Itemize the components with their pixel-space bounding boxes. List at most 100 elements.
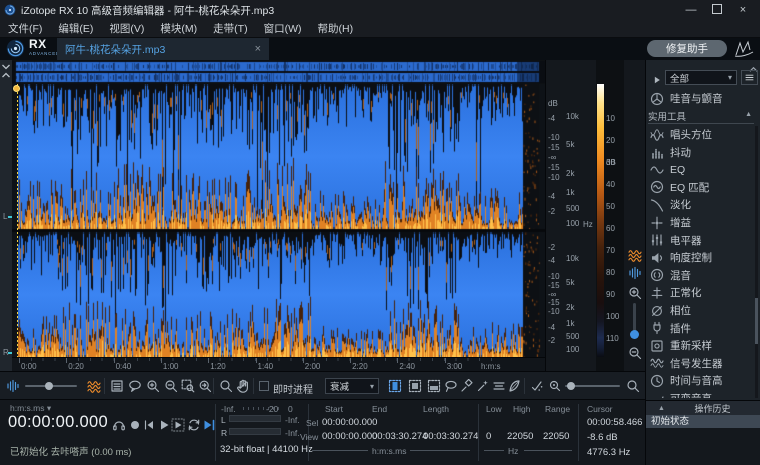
sidebar-module-leveler[interactable]: 电平器: [645, 232, 755, 249]
sidebar-module-normalize[interactable]: 正常化: [645, 284, 755, 301]
file-tab[interactable]: 阿牛-桃花朵朵开.mp3 ×: [57, 38, 269, 60]
instant-process-checkbox[interactable]: [259, 381, 269, 391]
menu-bar: 文件(F) 编辑(E) 视图(V) 模块(M) 走带(T) 窗口(W) 帮助(H…: [0, 20, 760, 38]
sidebar-module-gain[interactable]: 增益: [645, 214, 755, 231]
sidebar-module-time-pitch[interactable]: 时间与音高: [645, 372, 755, 389]
minimize-button[interactable]: —: [678, 4, 704, 17]
frequency-ruler[interactable]: 10k5k2k1k500100Hz10k5k2k1k500100: [562, 60, 596, 371]
menu-view[interactable]: 视图(V): [101, 21, 152, 36]
sidebar-module-loudness-control[interactable]: 响度控制: [645, 249, 755, 266]
feather-selection-icon[interactable]: [507, 379, 521, 398]
spectrogram-waveform-display[interactable]: [12, 84, 545, 357]
zoom-selection-icon[interactable]: [181, 379, 195, 398]
sidebar-module-variable-pitch[interactable]: 可变音高: [645, 390, 755, 398]
play-selection-icon[interactable]: [171, 418, 185, 437]
play-icon[interactable]: [157, 418, 171, 437]
sidebar-module-azimuth[interactable]: 唱头方位: [645, 126, 755, 143]
meter-bar-l[interactable]: [229, 415, 281, 422]
waveform-view-icon[interactable]: [6, 379, 20, 398]
view-start-value[interactable]: 00:00:00.000: [322, 431, 377, 442]
sidebar-module-mixing[interactable]: 混音: [645, 267, 755, 284]
wave-spec-balance-knob[interactable]: [45, 382, 53, 390]
zoom-previous-icon[interactable]: [198, 379, 212, 398]
sidebar-module-phase[interactable]: 相位: [645, 302, 755, 319]
hand-tool-icon[interactable]: [236, 379, 250, 398]
menu-help[interactable]: 帮助(H): [310, 21, 362, 36]
amplitude-tick-label: -15: [548, 163, 560, 172]
time-selection-tool-icon[interactable]: [388, 379, 402, 398]
vertical-zoom-out-icon[interactable]: [628, 346, 642, 365]
meter-scale-mid: -20: [266, 404, 278, 414]
brush-tool-icon[interactable]: [460, 379, 474, 398]
module-menu-button[interactable]: [741, 70, 758, 85]
time-frequency-selection-tool-icon[interactable]: [408, 379, 422, 398]
process-mode-dropdown[interactable]: 衰减 ▾: [325, 378, 379, 394]
event-list-icon[interactable]: [110, 379, 124, 398]
menu-transport[interactable]: 走带(T): [205, 21, 255, 36]
spectrogram-view-icon[interactable]: [87, 379, 101, 398]
maximize-button[interactable]: [704, 4, 730, 17]
skip-to-start-icon[interactable]: [142, 418, 156, 437]
playhead-handle[interactable]: [13, 85, 20, 92]
sidebar-module-resample[interactable]: 重新采样: [645, 337, 755, 354]
waveform-opacity-icon[interactable]: [628, 266, 642, 285]
sel-start-value[interactable]: 00:00:00.000: [322, 417, 377, 428]
sidebar-module-eq[interactable]: EQ: [645, 161, 755, 178]
magic-wand-tool-icon[interactable]: [476, 379, 490, 398]
brand-text: RXADVANCED: [29, 39, 60, 58]
monitor-icon[interactable]: [112, 418, 126, 437]
menu-edit[interactable]: 编辑(E): [50, 21, 101, 36]
meter-bar-r[interactable]: [229, 428, 281, 435]
frequency-tick-label: 100: [566, 345, 579, 354]
collapse-overview-icon[interactable]: [1, 63, 11, 84]
amplitude-ruler[interactable]: dB-4-10-15-∞-15-10-4-2-2-4-10-15-∞-15-10…: [545, 60, 563, 371]
sidebar-module-eq-match[interactable]: EQ 匹配: [645, 179, 755, 196]
vertical-zoom-knob[interactable]: [630, 330, 639, 339]
history-item-initial-state[interactable]: 初始状态: [646, 415, 760, 428]
module-filter-dropdown[interactable]: 全部 ▾: [665, 70, 737, 85]
sidebar-scrollbar-thumb[interactable]: [755, 298, 758, 344]
rx-swirl-icon: [6, 39, 25, 58]
spectrogram-opacity-icon[interactable]: [628, 248, 642, 267]
menu-window[interactable]: 窗口(W): [256, 21, 310, 36]
frequency-selection-tool-icon[interactable]: [427, 379, 441, 398]
harmonic-selection-tool-icon[interactable]: [492, 379, 506, 398]
playhead-time-display[interactable]: 00:00:00.000: [8, 413, 108, 432]
tab-close-icon[interactable]: ×: [255, 43, 261, 55]
overview-minimap[interactable]: [12, 61, 545, 83]
horizontal-zoom-knob[interactable]: [567, 382, 575, 390]
record-icon[interactable]: [128, 418, 142, 437]
section-header-utility[interactable]: 实用工具 ▲: [648, 109, 754, 124]
magnifier-tool-icon[interactable]: [219, 379, 233, 398]
view-end-value[interactable]: 00:03:30.274: [372, 431, 427, 442]
time-ruler[interactable]: h:m:s 0:000:200:401:001:201:402:002:202:…: [12, 357, 545, 372]
spectrogram-legend-gradient[interactable]: [597, 84, 604, 357]
lasso-tool-icon[interactable]: [444, 379, 458, 398]
menu-modules[interactable]: 模块(M): [152, 21, 205, 36]
horizontal-zoom-in-icon[interactable]: [626, 379, 640, 398]
history-collapse-icon[interactable]: ▲: [658, 405, 665, 412]
menu-file[interactable]: 文件(F): [0, 21, 50, 36]
module-play-icon[interactable]: [652, 72, 662, 90]
sidebar-module-wow-flutter[interactable]: 哇音与颤音: [645, 90, 755, 107]
zoom-in-icon[interactable]: [146, 379, 160, 398]
app-icon: [4, 4, 16, 19]
view-length-value[interactable]: 00:03:30.274: [423, 431, 478, 442]
sidebar-module-plugin[interactable]: 插件: [645, 320, 755, 337]
play-from-playhead-icon[interactable]: [202, 418, 216, 437]
sample-format-info: 32-bit float | 44100 Hz: [220, 444, 313, 455]
playhead[interactable]: [17, 84, 18, 357]
sidebar-module-dither[interactable]: 抖动: [645, 144, 755, 161]
sidebar-module-fade[interactable]: 淡化: [645, 196, 755, 213]
repair-assistant-button[interactable]: 修复助手: [647, 40, 727, 57]
instant-process-label[interactable]: 即时进程: [273, 381, 313, 396]
loop-icon[interactable]: [187, 418, 201, 437]
history-header[interactable]: ▲ 操作历史: [646, 401, 760, 415]
horizontal-zoom-out-mini-icon[interactable]: [548, 379, 562, 398]
close-button[interactable]: ×: [730, 4, 756, 17]
find-similar-icon[interactable]: [530, 379, 544, 398]
sidebar-module-signal-generator[interactable]: 信号发生器: [645, 355, 755, 372]
sidebar-scrollbar[interactable]: [755, 126, 758, 398]
comment-icon[interactable]: [128, 379, 142, 398]
zoom-out-icon[interactable]: [164, 379, 178, 398]
